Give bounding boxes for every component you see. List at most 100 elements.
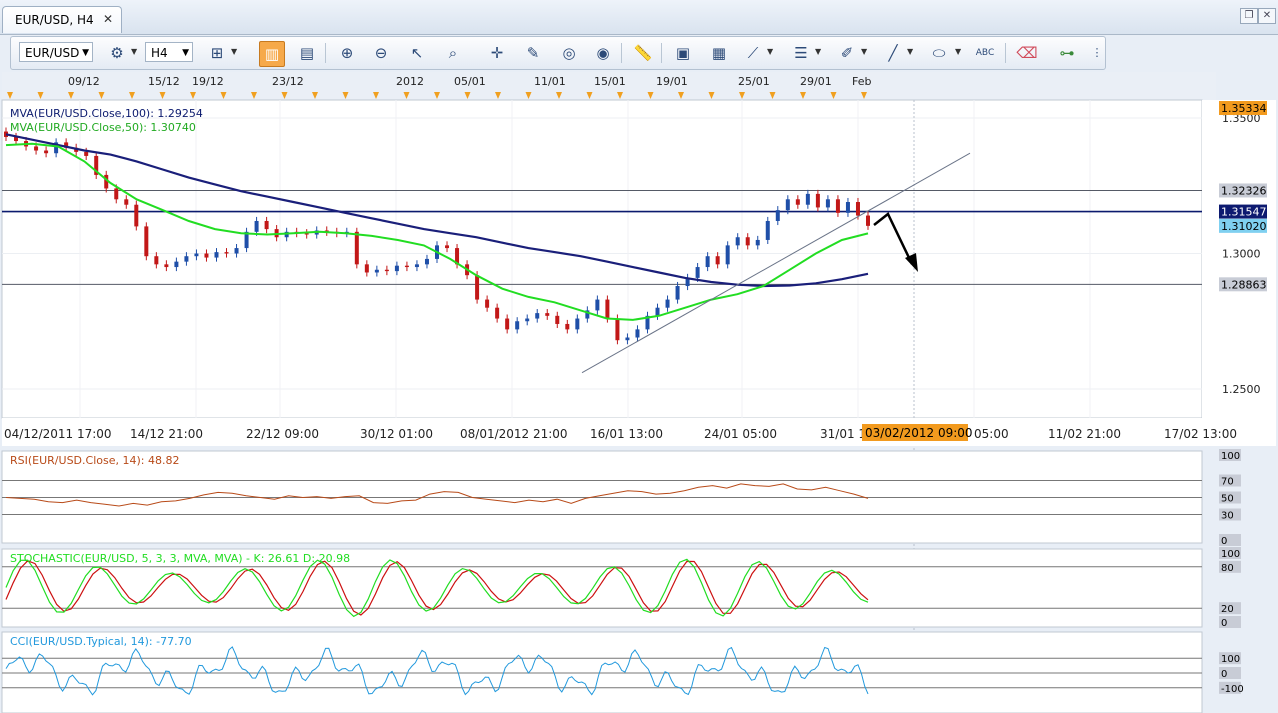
candle-body: [214, 252, 219, 258]
candle-body: [866, 215, 870, 226]
candle-body: [625, 337, 630, 341]
candle-body: [855, 202, 860, 216]
candle-body: [34, 146, 39, 151]
price-label: 1.35334: [1221, 102, 1267, 115]
panel-title: RSI(EUR/USD.Close, 14): 48.82: [10, 454, 179, 467]
chart-canvas[interactable]: 09/12 15/12 19/12 23/12 2012 05/01 11/01 15/01 1…: [0, 0, 1278, 713]
candle-body: [765, 220, 770, 240]
candle-body: [475, 275, 480, 300]
top-date-label: 29/01: [800, 75, 832, 88]
price-label: 1.31020: [1221, 220, 1267, 233]
candle-body: [495, 307, 500, 319]
candle-body: [204, 253, 209, 258]
candle-body: [575, 318, 580, 330]
candle-body: [815, 193, 820, 208]
panel-title: CCI(EUR/USD.Typical, 14): -77.70: [10, 635, 192, 648]
candle-body: [234, 248, 239, 254]
candle-body: [84, 151, 89, 156]
panel-tick-label: 100: [1221, 654, 1240, 665]
candle-body: [745, 237, 750, 246]
candle-body: [605, 299, 610, 319]
candle-body: [665, 299, 670, 308]
panel-tick-label: 30: [1221, 511, 1234, 522]
candle-body: [715, 256, 720, 265]
price-label: 1.32326: [1221, 184, 1267, 197]
x-tick-label: 11/02 21:00: [1048, 427, 1121, 441]
candle-body: [164, 264, 169, 268]
top-date-label: 05/01: [454, 75, 486, 88]
candle-body: [154, 256, 159, 265]
top-date-label: 09/12: [68, 75, 100, 88]
candle-body: [595, 299, 600, 311]
candle-body: [755, 239, 760, 246]
price-label: 1.31547: [1221, 206, 1267, 219]
x-tick-label: 30/12 01:00: [360, 427, 433, 441]
candle-body: [505, 318, 510, 330]
panel-tick-label: -100: [1221, 684, 1244, 695]
panel-tick-label: 70: [1221, 477, 1234, 488]
panel-tick-label: 50: [1221, 494, 1234, 505]
candle-body: [525, 318, 530, 322]
candle-body: [675, 286, 680, 300]
price-panel: [1, 99, 1203, 419]
candle-body: [184, 256, 189, 262]
candle-body: [825, 199, 830, 208]
candle-body: [445, 245, 450, 249]
y-tick-label: 1.2500: [1222, 383, 1261, 396]
top-date-label: 25/01: [738, 75, 770, 88]
candle-body: [44, 150, 49, 154]
candle-body: [364, 264, 369, 273]
candle-body: [655, 307, 660, 316]
top-date-label: Feb: [852, 75, 871, 88]
top-date-label: 11/01: [534, 75, 566, 88]
x-tick-label: 22/12 09:00: [246, 427, 319, 441]
candle-body: [785, 199, 790, 211]
cursor-time-label: 03/02/2012 09:00: [865, 426, 973, 440]
candle-body: [615, 318, 620, 341]
candle-body: [254, 220, 259, 232]
candle-body: [114, 188, 119, 200]
candle-body: [735, 237, 740, 246]
panel-tick-label: 20: [1221, 604, 1234, 615]
candle-body: [394, 265, 399, 272]
candle-body: [805, 193, 810, 205]
candle-body: [424, 258, 429, 265]
x-tick-label: 16/01 13:00: [590, 427, 663, 441]
top-date-label: 2012: [396, 75, 424, 88]
candle-body: [845, 202, 850, 213]
price-label: 1.28863: [1221, 278, 1267, 291]
x-tick-label: 31/01 1: [820, 427, 866, 441]
candle-body: [535, 313, 540, 319]
panel-tick-label: 0: [1221, 618, 1227, 629]
top-date-label: 23/12: [272, 75, 304, 88]
candle-body: [725, 245, 730, 265]
candle-body: [795, 199, 800, 205]
top-date-label: 15/01: [594, 75, 626, 88]
candle-body: [835, 199, 840, 213]
candle-body: [555, 315, 560, 324]
candle-body: [144, 226, 149, 257]
panel-tick-label: 100: [1221, 451, 1240, 462]
x-tick-label: 24/01 05:00: [704, 427, 777, 441]
top-date-label: 19/12: [192, 75, 224, 88]
candle-body: [374, 269, 379, 273]
top-date-label: 15/12: [148, 75, 180, 88]
candle-body: [404, 265, 409, 268]
candle-body: [414, 264, 419, 268]
panel-tick-label: 0: [1221, 669, 1227, 680]
candle-body: [775, 210, 780, 221]
candle-body: [134, 204, 139, 227]
candle-body: [194, 253, 199, 257]
panel-tick-label: 0: [1221, 536, 1227, 547]
candle-body: [264, 220, 269, 230]
y-tick-label: 1.3000: [1222, 248, 1261, 261]
candle-body: [224, 252, 229, 254]
panel-tick-label: 80: [1221, 563, 1234, 574]
candle-body: [354, 231, 359, 265]
candle-body: [124, 199, 129, 205]
candle-body: [545, 313, 550, 316]
x-tick-label: 05:00: [974, 427, 1009, 441]
overlay-legend: MVA(EUR/USD.Close,50): 1.30740: [10, 121, 196, 134]
candle-body: [485, 299, 490, 308]
x-tick-label: 14/12 21:00: [130, 427, 203, 441]
